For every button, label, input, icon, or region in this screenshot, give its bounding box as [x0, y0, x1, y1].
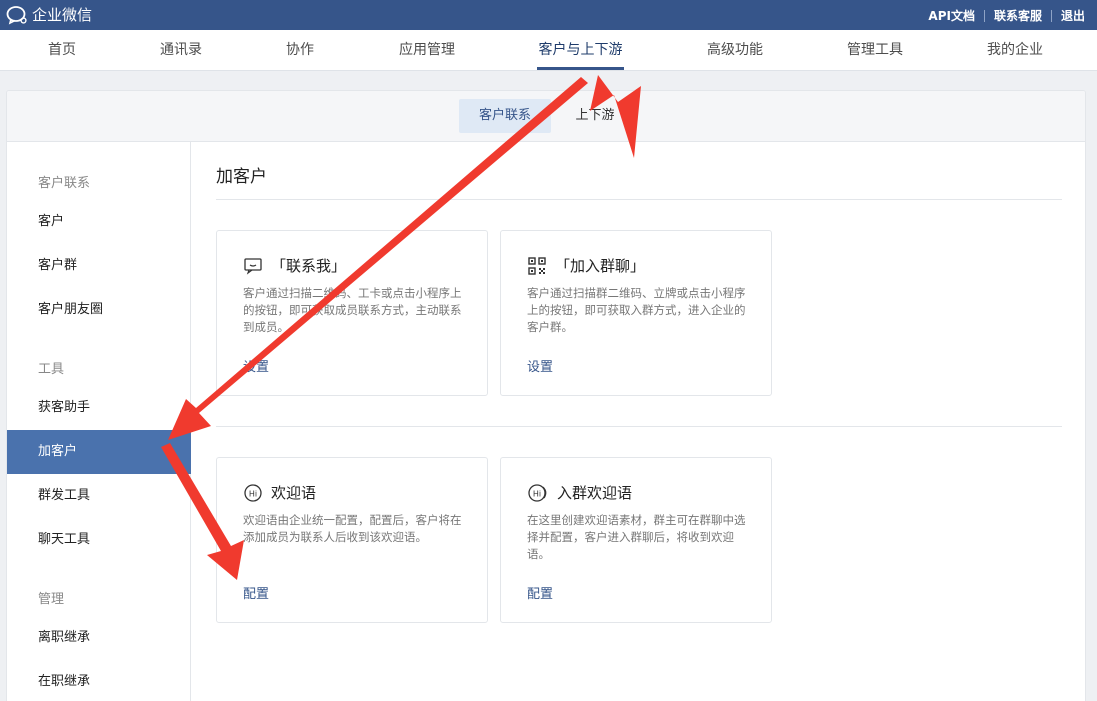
- sidebar-item-customers[interactable]: 客户: [7, 200, 191, 244]
- card-header: 「加入群聊」: [527, 255, 645, 276]
- card-header: Hi 欢迎语: [243, 482, 316, 503]
- top-bar: 企业微信 API文档 联系客服 退出: [0, 0, 1097, 30]
- sidebar-item-chat-tools[interactable]: 聊天工具: [7, 518, 191, 562]
- tab-customer-contact[interactable]: 客户联系: [459, 99, 551, 133]
- nav-management-tools[interactable]: 管理工具: [840, 30, 910, 70]
- sidebar-item-customer-moments[interactable]: 客户朋友圈: [7, 288, 191, 332]
- separator: [983, 9, 985, 22]
- content-panel: 客户联系 上下游 客户联系 客户 客户群 客户朋友圈 工具 获客助手 加客户 群…: [6, 90, 1086, 701]
- divider: [216, 426, 1062, 427]
- card-title: 入群欢迎语: [557, 484, 633, 502]
- nav-home[interactable]: 首页: [34, 30, 90, 70]
- page-title: 加客户: [216, 167, 267, 187]
- sidebar-group-title: 客户联系: [38, 176, 91, 191]
- card-header: Hi 入群欢迎语: [527, 482, 632, 503]
- brand[interactable]: 企业微信: [6, 4, 92, 25]
- sub-tabs: 客户联系 上下游: [7, 91, 1085, 142]
- hi-bubble-icon: Hi: [243, 483, 263, 503]
- card-title: 欢迎语: [271, 484, 317, 502]
- nav-customers-upstream-downstream[interactable]: 客户与上下游: [537, 30, 624, 70]
- card-contact-me: 「联系我」 客户通过扫描二维码、工卡或点击小程序上的按钮，即可获取成员联系方式，…: [216, 230, 488, 396]
- card-header: 「联系我」: [243, 255, 346, 276]
- svg-text:Hi: Hi: [533, 489, 541, 498]
- nav-contacts[interactable]: 通讯录: [153, 30, 209, 70]
- contact-support-link[interactable]: 联系客服: [994, 7, 1042, 24]
- card-title: 「加入群聊」: [555, 257, 646, 275]
- nav-my-company[interactable]: 我的企业: [980, 30, 1050, 70]
- card-description: 欢迎语由企业统一配置，配置后，客户将在添加成员为联系人后收到该欢迎语。: [243, 513, 462, 544]
- sidebar-item-add-customers[interactable]: 加客户: [7, 430, 191, 474]
- card-welcome-message: Hi 欢迎语 欢迎语由企业统一配置，配置后，客户将在添加成员为联系人后收到该欢迎…: [216, 457, 488, 623]
- card-title: 「联系我」: [271, 257, 347, 275]
- hi-group-bubble-icon: Hi: [527, 483, 549, 503]
- configure-link[interactable]: 配置: [243, 583, 269, 602]
- chat-bubble-icon: [243, 257, 263, 275]
- sidebar-item-acquisition-assistant[interactable]: 获客助手: [7, 386, 191, 430]
- sidebar: 客户联系 客户 客户群 客户朋友圈 工具 获客助手 加客户 群发工具 聊天工具 …: [7, 142, 191, 701]
- nav-app-management[interactable]: 应用管理: [392, 30, 462, 70]
- nav-advanced-features[interactable]: 高级功能: [700, 30, 770, 70]
- card-join-group: 「加入群聊」 客户通过扫描群二维码、立牌或点击小程序上的按钮，即可获取入群方式，…: [500, 230, 772, 396]
- svg-text:Hi: Hi: [249, 489, 257, 498]
- configure-link[interactable]: 配置: [527, 583, 553, 602]
- api-docs-link[interactable]: API文档: [928, 7, 975, 24]
- wechat-work-icon: [6, 5, 28, 25]
- separator: [1050, 9, 1052, 22]
- brand-name: 企业微信: [32, 6, 93, 24]
- sidebar-item-customer-groups[interactable]: 客户群: [7, 244, 191, 288]
- qr-code-icon: [527, 256, 547, 276]
- sidebar-group-title: 管理: [38, 592, 65, 607]
- sidebar-item-onjob-transfer[interactable]: 在职继承: [7, 660, 191, 701]
- card-group-welcome-message: Hi 入群欢迎语 在这里创建欢迎语素材，群主可在群聊中选择并配置，客户进入群聊后…: [500, 457, 772, 623]
- card-description: 客户通过扫描群二维码、立牌或点击小程序上的按钮，即可获取入群方式，进入企业的客户…: [527, 286, 746, 334]
- tab-upstream-downstream[interactable]: 上下游: [565, 99, 625, 133]
- main-content: 加客户 「联系我」 客户通过扫描二维码、工卡或点击小程序上的按钮，即可获取成员联…: [192, 142, 1085, 701]
- card-description: 在这里创建欢迎语素材，群主可在群聊中选择并配置，客户进入群聊后，将收到欢迎语。: [527, 513, 746, 561]
- sidebar-item-mass-messaging[interactable]: 群发工具: [7, 474, 191, 518]
- sidebar-group-title: 工具: [38, 362, 65, 377]
- settings-link[interactable]: 设置: [243, 356, 269, 375]
- settings-link[interactable]: 设置: [527, 356, 553, 375]
- nav-collaboration[interactable]: 协作: [278, 30, 322, 70]
- sidebar-item-resignation-transfer[interactable]: 离职继承: [7, 616, 191, 660]
- logout-link[interactable]: 退出: [1061, 7, 1085, 24]
- card-description: 客户通过扫描二维码、工卡或点击小程序上的按钮，即可获取成员联系方式，主动联系到成…: [243, 286, 462, 334]
- top-links: API文档 联系客服 退出: [928, 7, 1085, 24]
- divider: [216, 199, 1062, 200]
- main-nav: 首页 通讯录 协作 应用管理 客户与上下游 高级功能 管理工具 我的企业: [0, 30, 1097, 71]
